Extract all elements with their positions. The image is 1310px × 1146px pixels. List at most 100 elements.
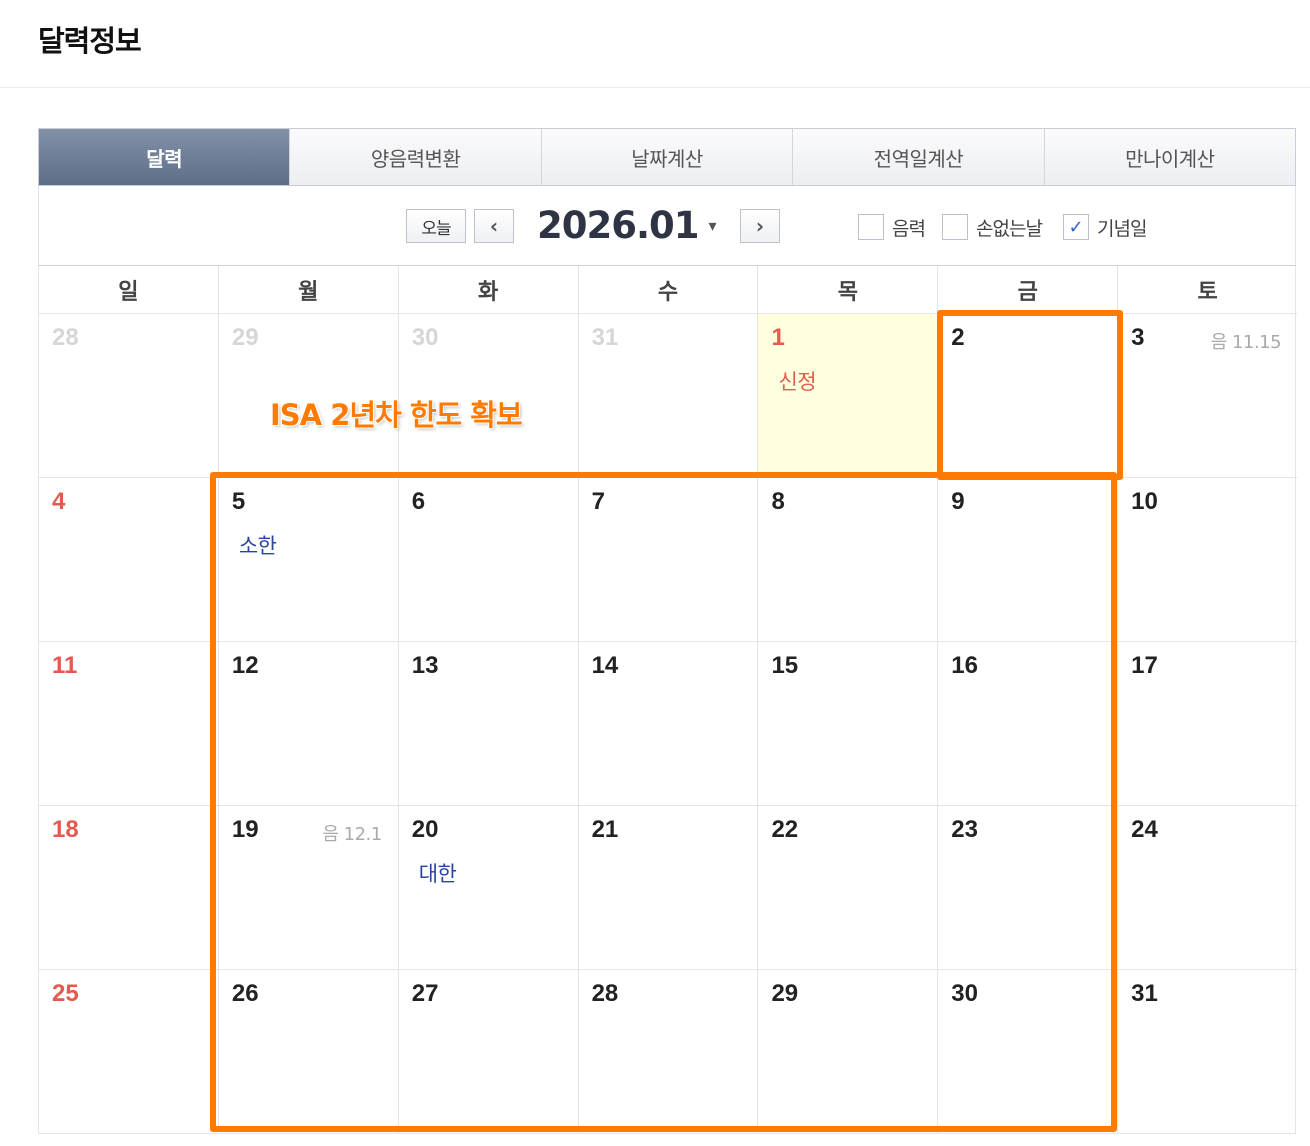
filter-lunar-label: 음력 [892, 217, 926, 240]
today-button[interactable]: 오늘 [406, 209, 466, 243]
day-cell[interactable]: 25 [39, 970, 218, 1134]
anniversary-checkbox[interactable]: ✓ [1063, 214, 1089, 240]
filter-lunar[interactable]: 음력 [858, 213, 926, 241]
day-cell[interactable]: 12 [217, 642, 398, 805]
lunar-date: 음 12.1 [322, 824, 382, 845]
prev-month-button[interactable]: ‹ [474, 209, 514, 243]
day-cell[interactable]: 17 [1117, 642, 1297, 805]
day-cell[interactable]: 4 [39, 478, 218, 641]
calendar-toolbar: 오늘 ‹ 2026.01 ▾ › 음력 손없는날 ✓ 기념일 [38, 186, 1296, 266]
day-cell[interactable]: 31 [1117, 970, 1297, 1134]
day-number: 8 [771, 488, 785, 515]
day-number: 10 [1131, 488, 1158, 515]
day-cell[interactable]: 16 [937, 642, 1117, 805]
day-cell[interactable]: 10 [1117, 478, 1297, 641]
lunar-checkbox[interactable] [858, 214, 884, 240]
calendar-week: 4 5 소한 6 7 8 9 10 [39, 478, 1297, 642]
day-event: 신정 [778, 370, 817, 394]
day-event: 소한 [238, 534, 277, 558]
month-selector[interactable]: 2026.01 ▾ [537, 202, 717, 248]
day-cell[interactable]: 29 [757, 970, 937, 1134]
day-cell[interactable]: 1 신정 [757, 314, 938, 477]
current-month: 2026.01 [537, 203, 700, 247]
page-title: 달력정보 [38, 24, 142, 58]
calendar-weeks: 28 29 30 31 1 신정 2 3 음 11.15 4 5 소한 6 7 8 9 10 11 12 13 14 15… [39, 314, 1297, 1134]
day-number: 4 [52, 488, 66, 515]
day-cell[interactable]: 20 대한 [397, 806, 578, 969]
no-harm-day-checkbox[interactable] [942, 214, 968, 240]
day-number: 7 [591, 488, 605, 515]
day-cell[interactable]: 21 [577, 806, 758, 969]
weekday-tue: 화 [397, 266, 578, 313]
next-month-button[interactable]: › [740, 209, 780, 243]
day-cell[interactable]: 22 [757, 806, 937, 969]
weekday-wed: 수 [577, 266, 758, 313]
day-number: 13 [411, 652, 439, 679]
day-number: 19 [231, 816, 259, 843]
weekday-fri: 금 [937, 266, 1117, 313]
calendar-week: 28 29 30 31 1 신정 2 3 음 11.15 [39, 314, 1297, 478]
day-number: 22 [771, 816, 799, 843]
day-number: 31 [591, 324, 619, 351]
day-number: 30 [411, 324, 439, 351]
day-number: 3 [1131, 324, 1145, 351]
calendar-week: 25 26 27 28 29 30 31 [39, 970, 1297, 1134]
page-header: 달력정보 [0, 0, 1310, 88]
day-cell[interactable]: 23 [937, 806, 1117, 969]
weekday-sat: 토 [1117, 266, 1297, 313]
weekday-sun: 일 [118, 279, 139, 305]
day-cell[interactable]: 9 [937, 478, 1117, 641]
annotation-note: ISA 2년차 한도 확보 [270, 398, 523, 432]
day-cell[interactable]: 30 [937, 970, 1117, 1134]
tab-date-calculation[interactable]: 날짜계산 [540, 129, 793, 185]
filter-anniversary[interactable]: ✓ 기념일 [1063, 213, 1147, 241]
day-cell[interactable]: 14 [577, 642, 758, 805]
calendar-week: 18 19 음 12.1 20 대한 21 22 23 24 [39, 806, 1297, 970]
day-number: 30 [951, 980, 978, 1007]
day-cell[interactable]: 31 [577, 314, 758, 477]
day-cell[interactable]: 6 [397, 478, 578, 641]
day-cell[interactable]: 24 [1117, 806, 1297, 969]
day-cell[interactable]: 8 [757, 478, 937, 641]
filter-no-harm-day[interactable]: 손없는날 [942, 213, 1043, 241]
day-cell[interactable]: 27 [397, 970, 578, 1134]
tab-discharge-calculation[interactable]: 전역일계산 [792, 129, 1044, 185]
day-cell[interactable]: 13 [397, 642, 578, 805]
day-number: 23 [951, 816, 978, 843]
month-calendar: 일 월 화 수 목 금 토 28 29 30 31 1 신정 2 3 음 11.15 4 5 소한 6 7… [38, 266, 1297, 1134]
tab-lunar-conversion[interactable]: 양음력변환 [289, 129, 541, 185]
day-number: 18 [52, 816, 79, 843]
day-cell[interactable]: 18 [39, 806, 218, 969]
calendar-tabs: 달력 양음력변환 날짜계산 전역일계산 만나이계산 [38, 128, 1296, 186]
day-number: 2 [951, 324, 965, 351]
day-number: 16 [951, 652, 978, 679]
day-number: 28 [52, 324, 79, 351]
weekday-header: 일 월 화 수 목 금 토 [39, 266, 1297, 314]
day-cell[interactable]: 28 [39, 314, 218, 477]
weekday-thu: 목 [757, 266, 937, 313]
day-number: 31 [1131, 980, 1158, 1007]
day-cell[interactable]: 26 [217, 970, 398, 1134]
day-number: 11 [52, 652, 78, 679]
day-cell[interactable]: 19 음 12.1 [217, 806, 398, 969]
day-cell[interactable]: 3 음 11.15 [1117, 314, 1297, 477]
day-number: 9 [951, 488, 965, 515]
day-cell[interactable]: 7 [577, 478, 758, 641]
tab-calendar[interactable]: 달력 [39, 129, 290, 185]
day-cell[interactable]: 2 [937, 314, 1117, 477]
day-cell[interactable]: 28 [577, 970, 758, 1134]
day-number: 25 [52, 980, 79, 1007]
day-number: 27 [411, 980, 439, 1007]
weekday-mon: 월 [217, 266, 398, 313]
day-cell[interactable]: 15 [757, 642, 937, 805]
calendar-week: 11 12 13 14 15 16 17 [39, 642, 1297, 806]
day-number: 24 [1131, 816, 1158, 843]
day-cell[interactable]: 5 소한 [217, 478, 398, 641]
day-number: 5 [231, 488, 246, 515]
tab-age-calculation[interactable]: 만나이계산 [1043, 129, 1296, 185]
lunar-date: 음 11.15 [1210, 332, 1282, 353]
day-number: 21 [591, 816, 619, 843]
day-cell[interactable]: 11 [39, 642, 218, 805]
day-number: 29 [231, 324, 259, 351]
chevron-left-icon: ‹ [489, 214, 499, 238]
